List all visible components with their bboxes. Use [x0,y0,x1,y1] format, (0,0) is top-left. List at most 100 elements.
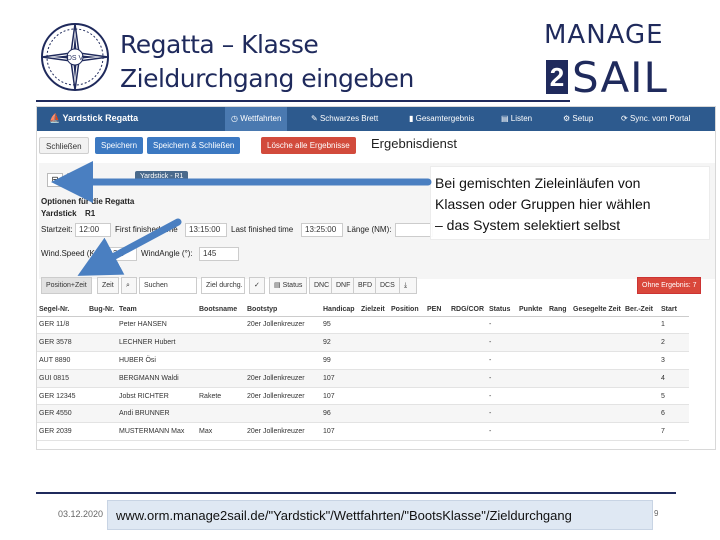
table-cell: 96 [321,404,359,424]
dcs-button[interactable]: DCS [375,277,400,294]
table-cell [87,316,117,335]
column-header[interactable]: Position [389,303,425,317]
column-header[interactable]: Bootstyp [245,303,321,317]
dnf-button[interactable]: DNF [331,277,356,294]
table-body: GER 11/8 Peter HANSEN 20er Jollenkreuzer 95… [37,316,689,442]
nav-listen[interactable]: ▤ Listen [495,107,538,131]
table-cell: - [487,369,517,388]
last-finished-input[interactable]: 13:25:00 [301,223,343,237]
table-cell [87,404,117,424]
table-cell [425,316,449,335]
delete-results-button[interactable]: Lösche alle Ergebnisse [261,137,356,154]
table-cell [449,387,487,406]
table-cell [425,333,449,353]
zeit-toggle[interactable]: Zeit [97,277,119,294]
table-cell [389,387,425,406]
column-header[interactable]: RDG/COR [449,303,487,317]
nav-label: Schwarzes Brett [319,114,379,123]
check-icon[interactable]: ✓ [249,277,265,294]
search-icon[interactable]: ⌕ [121,277,137,294]
table-cell [245,333,321,353]
wind-angle-input[interactable]: 145 [199,247,239,261]
column-header[interactable]: Handicap [321,303,359,317]
table-cell: - [487,404,517,424]
search-input[interactable]: Suchen [139,277,197,294]
tab-yardstick-r1[interactable]: Yardstick - R1 [135,171,189,183]
column-header[interactable]: Punkte [517,303,547,317]
brand-bottom: SAIL [572,53,668,102]
close-button[interactable]: Schließen [39,137,89,154]
column-header[interactable]: Start [659,303,689,317]
table-row[interactable]: AUT 8890 HUBER Ösi 99 - 3 [37,351,689,370]
race-label: R1 [85,209,96,218]
nav-schwarzes-brett[interactable]: ✎ Schwarzes Brett [305,107,384,131]
nav-label: Wettfahrten [240,114,282,123]
table-cell: 92 [321,333,359,353]
table-cell [623,316,659,335]
table-row[interactable]: GER 11/8 Peter HANSEN 20er Jollenkreuzer 95… [37,316,689,335]
table-cell [389,351,425,370]
column-header[interactable]: Gesegelte Zeit [571,303,623,317]
column-header[interactable]: Rang [547,303,571,317]
table-cell [623,369,659,388]
table-cell [389,404,425,424]
column-header[interactable]: Zielzeit [359,303,389,317]
table-cell: MUSTERMANN Max [117,422,197,442]
table-cell: Peter HANSEN [117,316,197,335]
table-row[interactable]: GER 12345 Jobst RICHTER Rakete 20er Jollenk… [37,387,689,406]
status-filter[interactable]: ▤ Status [269,277,308,294]
start-time-input[interactable]: 12:00 [75,223,111,237]
top-navbar: ⛵ Yardstick Regatta ◷ Wettfahrten ✎ Schw… [37,107,715,131]
column-header[interactable]: Status [487,303,517,317]
save-close-button[interactable]: Speichern & Schließen [147,137,241,154]
table-cell: HUBER Ösi [117,351,197,370]
chart-icon: ▮ [409,114,416,123]
first-finished-label: First finished time [115,225,178,234]
brand-two: 2 [546,60,568,94]
callout-line3: – das System selektiert selbst [435,217,621,233]
table-cell [389,422,425,442]
length-input[interactable] [395,223,433,237]
save-button[interactable]: Speichern [95,137,144,154]
wind-angle-label: WindAngle (°): [141,249,193,258]
table-cell [517,404,547,424]
class-label: Yardstick [41,209,77,218]
nav-wettfahrten[interactable]: ◷ Wettfahrten [225,107,288,131]
nav-setup[interactable]: ⚙ Setup [557,107,599,131]
table-header-row: Segel-Nr. Bug-Nr. Team Bootsname Bootsty… [37,303,689,317]
table-cell: Jobst RICHTER [117,387,197,406]
table-cell [547,387,571,406]
column-header[interactable]: Team [117,303,197,317]
ziel-input[interactable]: Ziel durchg. [201,277,245,294]
column-header[interactable]: Bootsname [197,303,245,317]
nav-sync[interactable]: ⟳ Sync. vom Portal [615,107,696,131]
first-finished-input[interactable]: 13:15:00 [185,223,227,237]
column-header[interactable]: Ber.-Zeit [623,303,659,317]
wind-speed-label: Wind.Speed (Kn): [41,249,105,258]
nav-gesamtergebnis[interactable]: ▮ Gesamtergebnis [403,107,480,131]
ohne-ergebnis-badge[interactable]: Ohne Ergebnis: 7 [637,277,702,294]
manage2sail-logo: MANAGE 2 SAIL [544,20,694,102]
table-cell [623,387,659,406]
table-cell [449,351,487,370]
table-row[interactable]: GUI 0815 BERGMANN Waldi 20er Jollenkreuzer… [37,369,689,388]
table-cell: - [487,333,517,353]
app-brand[interactable]: ⛵ Yardstick Regatta [49,113,138,124]
bfd-button[interactable]: BFD [353,277,377,294]
table-cell [359,351,389,370]
collapse-icon[interactable]: ⊟ [47,173,63,187]
table-cell: LECHNER Hubert [117,333,197,353]
table-cell [571,404,623,424]
table-row[interactable]: GER 3578 LECHNER Hubert 92 - 2 [37,333,689,353]
column-header[interactable]: PEN [425,303,449,317]
wind-speed-input[interactable]: 3,5 [109,247,137,261]
table-row[interactable]: GER 2039 MUSTERMANN Max Max 20er Jollenkreu… [37,422,689,442]
download-icon[interactable]: ⤓ [399,277,417,294]
column-header[interactable]: Bug-Nr. [87,303,117,317]
settings-icon[interactable]: ⚙ [67,173,83,187]
column-header[interactable]: Segel-Nr. [37,303,87,317]
options-label: Optionen für die Regatta [41,197,135,206]
position-zeit-toggle[interactable]: Position+Zeit [41,277,92,294]
table-cell [197,316,245,335]
table-row[interactable]: GER 4550 Andi BRUNNER 96 - 6 [37,404,689,424]
